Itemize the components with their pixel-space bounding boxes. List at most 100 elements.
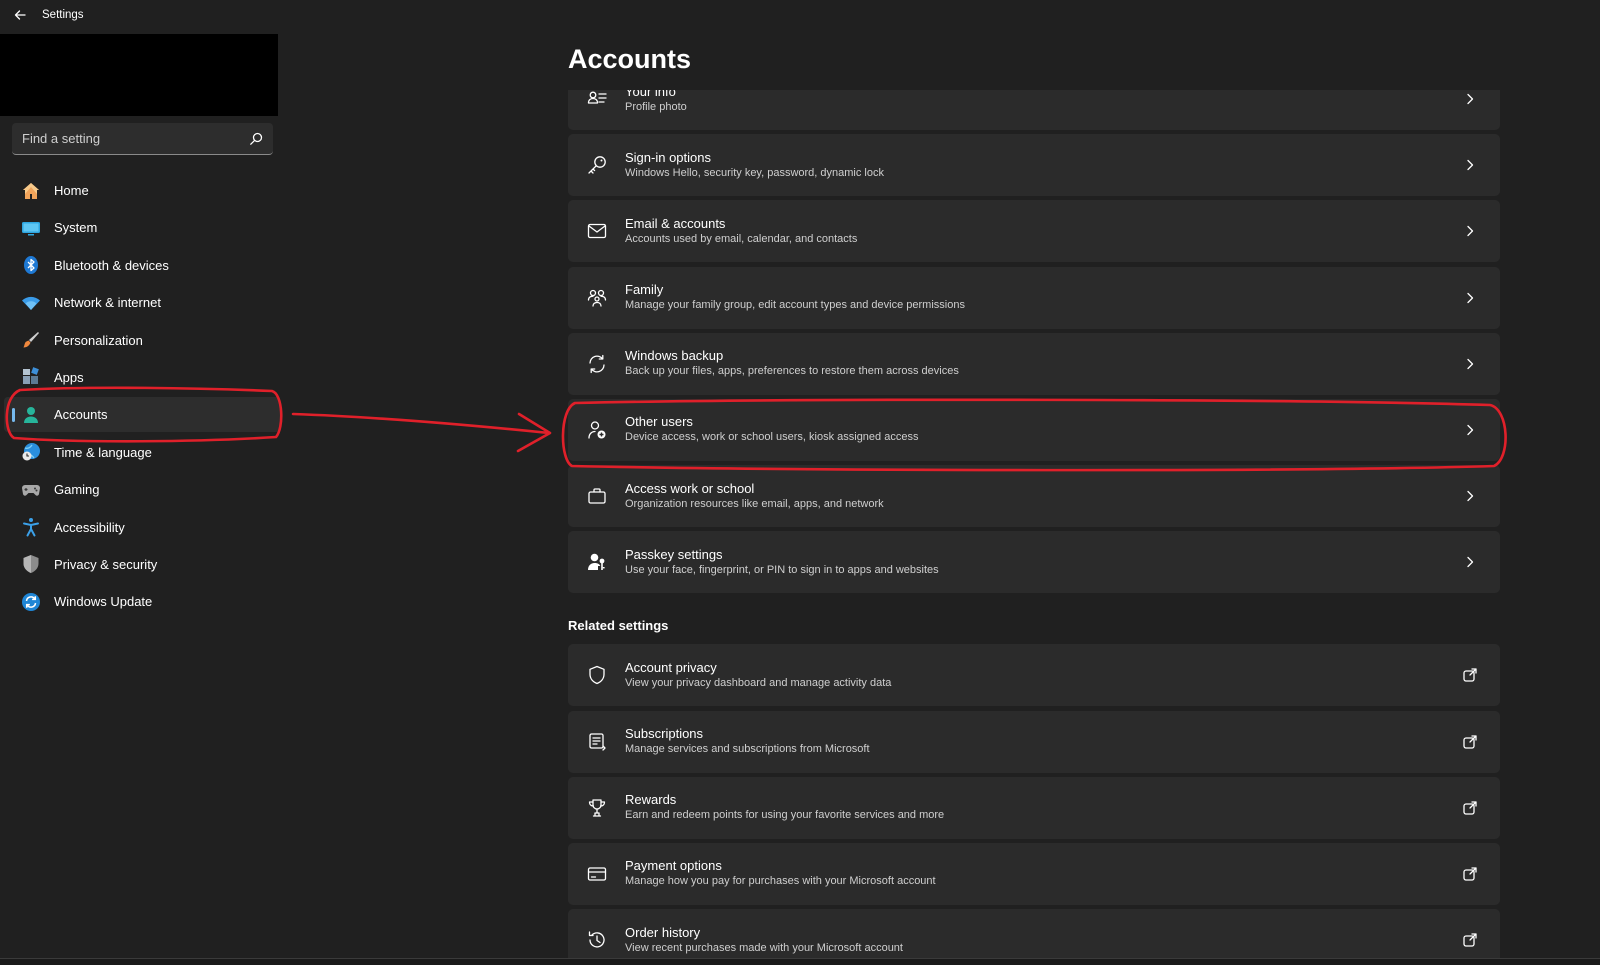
- card-windows-backup[interactable]: Windows backup Back up your files, apps,…: [568, 332, 1500, 395]
- card-subtitle: Manage how you pay for purchases with yo…: [625, 875, 936, 888]
- card-subtitle: Manage your family group, edit account t…: [625, 299, 965, 312]
- card-title: Email & accounts: [625, 215, 726, 231]
- card-subscriptions[interactable]: Subscriptions Manage services and subscr…: [568, 710, 1500, 773]
- card-other-users[interactable]: Other users Device access, work or schoo…: [568, 398, 1500, 461]
- card-subtitle: View your privacy dashboard and manage a…: [625, 676, 892, 689]
- sidebar-item-system[interactable]: System: [4, 210, 280, 245]
- chevron-right-icon: [1462, 422, 1478, 438]
- settings-content: Your info Profile photo Sign-in options …: [568, 90, 1500, 965]
- card-subtitle: Windows Hello, security key, password, d…: [625, 166, 884, 179]
- card-subtitle: Earn and redeem points for using your fa…: [625, 809, 945, 822]
- card-subtitle: Back up your files, apps, preferences to…: [625, 365, 959, 378]
- sidebar-item-label: Accounts: [54, 407, 108, 423]
- sidebar-item-gaming[interactable]: Gaming: [4, 472, 280, 507]
- card-title: Access work or school: [625, 480, 755, 496]
- chevron-right-icon: [1462, 157, 1478, 173]
- card-title: Order history: [625, 924, 701, 940]
- sidebar-item-label: Gaming: [54, 482, 100, 498]
- card-title: Other users: [625, 414, 693, 430]
- card-access-work-school[interactable]: Access work or school Organization resou…: [568, 465, 1500, 528]
- sync-icon: [586, 353, 608, 375]
- sidebar-item-home[interactable]: Home: [4, 173, 280, 208]
- search-input[interactable]: [22, 131, 242, 146]
- chevron-right-icon: [1462, 356, 1478, 372]
- sidebar-item-accounts[interactable]: Accounts: [4, 397, 280, 433]
- card-title: Rewards: [625, 792, 677, 808]
- card-subtitle: Profile photo: [625, 100, 687, 113]
- chevron-right-icon: [1462, 223, 1478, 239]
- sidebar-item-accessibility[interactable]: Accessibility: [4, 510, 280, 545]
- card-title: Subscriptions: [625, 726, 704, 741]
- nav-list: Home System Bluetooth & devices Network …: [4, 173, 280, 622]
- card-title: Account privacy: [625, 659, 717, 675]
- card-account-privacy[interactable]: Account privacy View your privacy dashbo…: [568, 644, 1500, 707]
- sidebar-item-time-language[interactable]: Time & language: [4, 435, 280, 470]
- search-icon[interactable]: [249, 132, 263, 146]
- card-subtitle: Manage services and subscriptions from M…: [625, 743, 870, 755]
- profile-block[interactable]: [0, 34, 278, 116]
- annotation-arrow: [291, 412, 552, 453]
- shield-icon: [21, 554, 41, 574]
- trophy-icon: [586, 797, 608, 819]
- sidebar-item-network[interactable]: Network & internet: [4, 285, 280, 320]
- person-add-icon: [586, 419, 608, 441]
- card-sign-in-options[interactable]: Sign-in options Windows Hello, security …: [568, 134, 1500, 197]
- card-payment-options[interactable]: Payment options Manage how you pay for p…: [568, 842, 1500, 905]
- sidebar-item-label: Time & language: [54, 444, 152, 460]
- window-title: Settings: [42, 9, 84, 21]
- sidebar-item-apps[interactable]: Apps: [4, 360, 280, 395]
- sidebar-item-label: Home: [54, 183, 89, 198]
- card-your-info[interactable]: Your info Profile photo: [568, 90, 1500, 130]
- credit-card-icon: [586, 863, 608, 885]
- home-icon: [21, 181, 41, 201]
- page-title: Accounts: [568, 44, 692, 74]
- back-button[interactable]: [6, 1, 34, 29]
- sidebar-item-windows-update[interactable]: Windows Update: [4, 584, 280, 619]
- open-external-icon: [1462, 800, 1478, 816]
- related-settings-header: Related settings: [568, 618, 669, 634]
- card-passkey-settings[interactable]: Passkey settings Use your face, fingerpr…: [568, 531, 1500, 594]
- person-card-icon: [586, 90, 608, 110]
- card-title: Passkey settings: [625, 546, 723, 562]
- title-bar: Settings: [0, 0, 1600, 30]
- brush-icon: [21, 330, 41, 350]
- apps-icon: [21, 367, 41, 387]
- sidebar-item-label: Windows Update: [54, 594, 153, 610]
- sidebar-item-personalization[interactable]: Personalization: [4, 323, 280, 358]
- person-key-icon: [586, 551, 608, 573]
- card-email-accounts[interactable]: Email & accounts Accounts used by email,…: [568, 200, 1500, 263]
- system-icon: [21, 218, 41, 238]
- open-external-icon: [1462, 932, 1478, 948]
- chevron-right-icon: [1462, 554, 1478, 570]
- briefcase-icon: [586, 485, 608, 507]
- sidebar-item-label: Accessibility: [54, 519, 125, 535]
- taskbar-edge: [0, 958, 1600, 965]
- open-external-icon: [1462, 734, 1478, 750]
- sidebar-item-label: Apps: [54, 369, 84, 385]
- sidebar-item-label: Network & internet: [54, 295, 161, 311]
- sidebar-item-bluetooth[interactable]: Bluetooth & devices: [4, 248, 280, 283]
- card-family[interactable]: Family Manage your family group, edit ac…: [568, 266, 1500, 329]
- card-rewards[interactable]: Rewards Earn and redeem points for using…: [568, 776, 1500, 839]
- card-subtitle: Device access, work or school users, kio…: [625, 431, 919, 444]
- history-icon: [586, 929, 608, 951]
- card-title: Your info: [625, 90, 676, 99]
- bluetooth-icon: [21, 255, 41, 275]
- mail-icon: [586, 220, 608, 242]
- card-title: Sign-in options: [625, 149, 711, 165]
- sidebar-item-label: Bluetooth & devices: [54, 257, 169, 273]
- globe-clock-icon: [21, 442, 41, 462]
- card-title: Payment options: [625, 858, 722, 874]
- chevron-right-icon: [1462, 290, 1478, 306]
- card-title: Family: [625, 282, 664, 298]
- sidebar-item-privacy-security[interactable]: Privacy & security: [4, 547, 280, 582]
- sidebar-item-label: Personalization: [54, 332, 143, 348]
- search-box[interactable]: [12, 123, 273, 155]
- key-icon: [586, 154, 608, 176]
- back-arrow-icon: [14, 10, 26, 20]
- card-order-history[interactable]: Order history View recent purchases made…: [568, 909, 1500, 965]
- chevron-right-icon: [1462, 488, 1478, 504]
- accessibility-icon: [21, 517, 41, 537]
- card-subtitle: Use your face, fingerprint, or PIN to si…: [625, 563, 939, 576]
- family-icon: [586, 287, 608, 309]
